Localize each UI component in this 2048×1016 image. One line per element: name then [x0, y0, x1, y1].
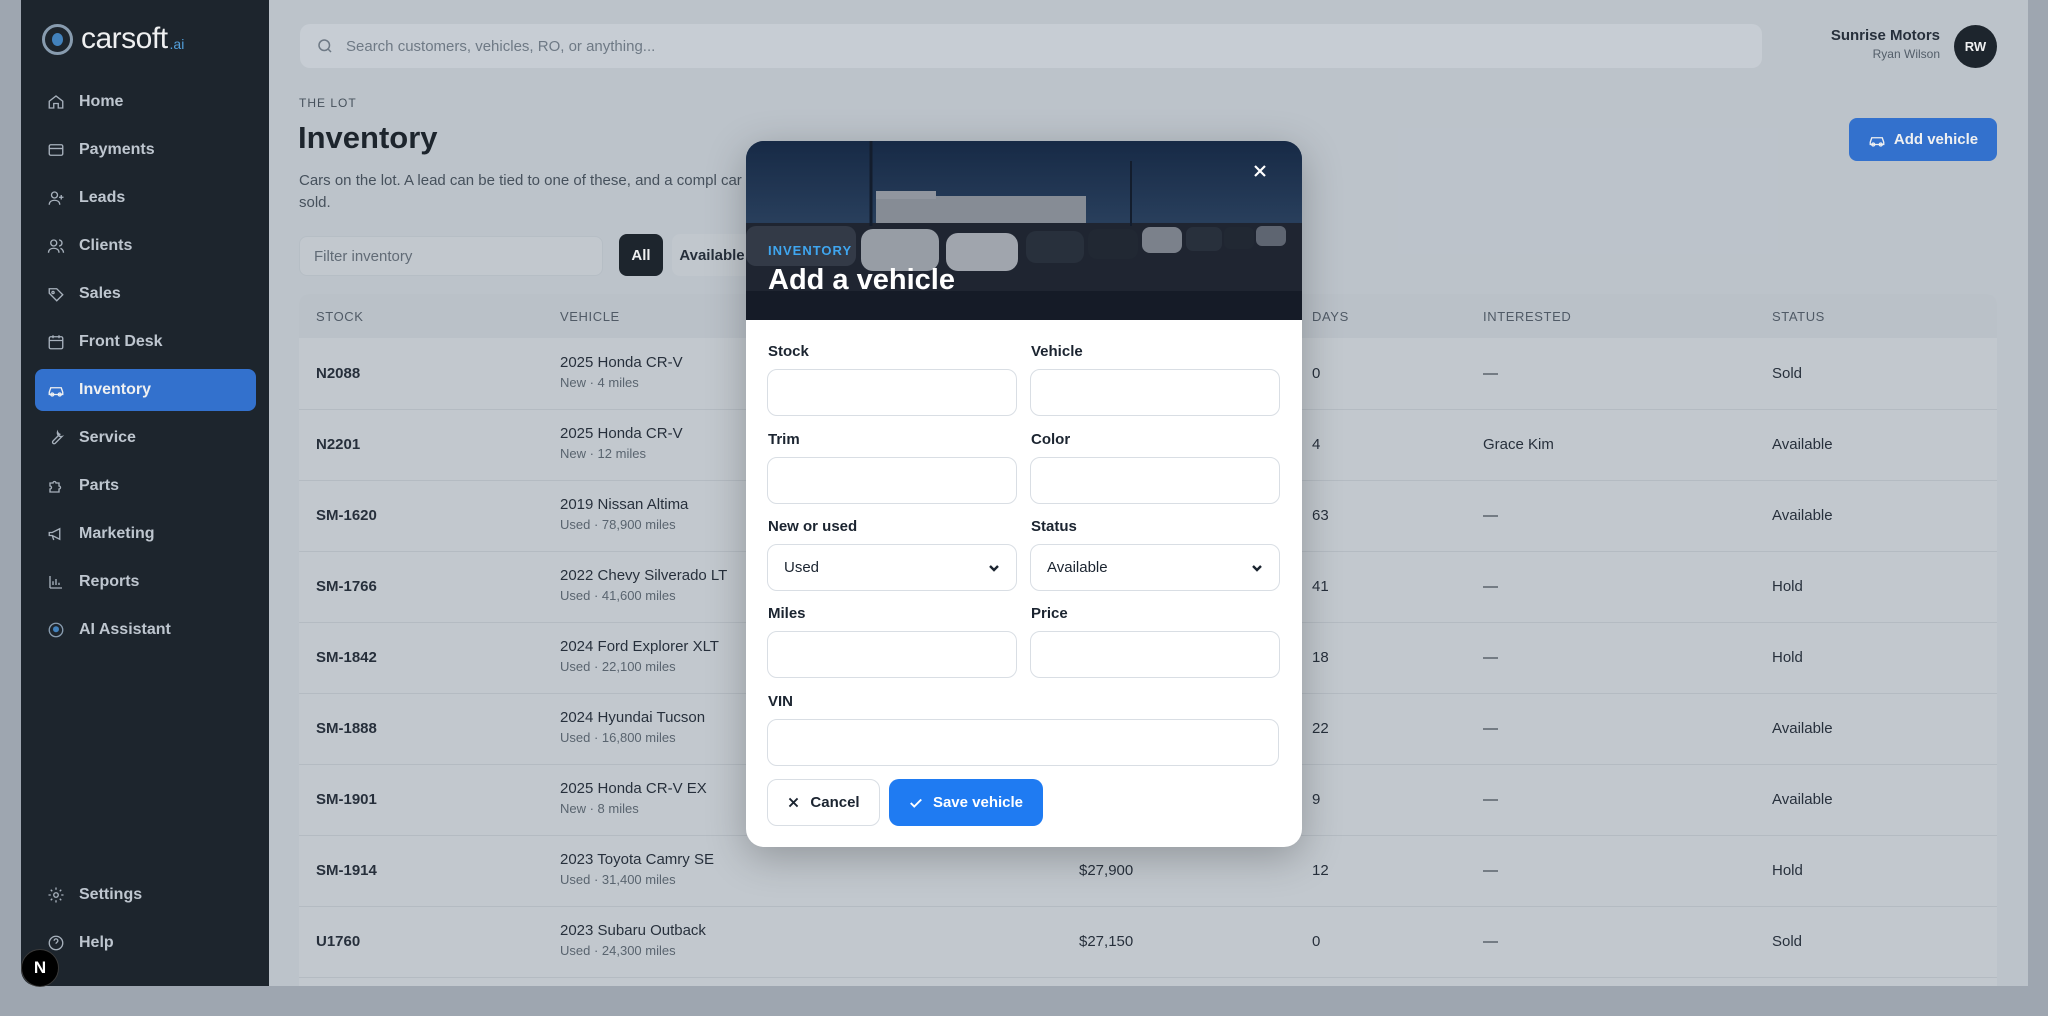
miles-input[interactable]	[767, 631, 1017, 678]
close-icon	[1254, 165, 1266, 177]
close-modal-button[interactable]	[1252, 163, 1278, 189]
close-icon	[789, 797, 799, 808]
chevron-down-icon	[989, 564, 999, 572]
modal-title: Add a vehicle	[768, 264, 955, 296]
status-label: Status	[1031, 518, 1077, 535]
check-icon	[910, 798, 922, 808]
status-select[interactable]: Available	[1030, 544, 1280, 591]
vehicle-label: Vehicle	[1031, 343, 1083, 360]
dev-tools-badge[interactable]: N	[21, 949, 59, 987]
new-or-used-select[interactable]: Used	[767, 544, 1017, 591]
vin-label: VIN	[768, 693, 794, 710]
vehicle-input[interactable]	[1030, 369, 1280, 416]
price-label: Price	[1031, 605, 1068, 622]
vin-input[interactable]	[767, 719, 1279, 766]
cancel-button[interactable]: Cancel	[767, 779, 880, 826]
modal-hero-image: INVENTORY Add a vehicle	[746, 141, 1302, 320]
trim-input[interactable]	[767, 457, 1017, 504]
new-or-used-value: Used	[784, 559, 820, 576]
color-input[interactable]	[1030, 457, 1280, 504]
modal-eyebrow: INVENTORY	[768, 243, 853, 258]
new-or-used-label: New or used	[768, 518, 858, 535]
miles-label: Miles	[768, 605, 806, 622]
add-vehicle-modal: INVENTORY Add a vehicle Stock Vehicle Tr…	[746, 141, 1302, 847]
color-label: Color	[1031, 431, 1071, 448]
trim-label: Trim	[768, 431, 800, 448]
stock-input[interactable]	[767, 369, 1017, 416]
save-vehicle-button[interactable]: Save vehicle	[889, 779, 1043, 826]
status-value: Available	[1047, 559, 1108, 576]
price-input[interactable]	[1030, 631, 1280, 678]
chevron-down-icon	[1252, 564, 1262, 572]
app-window: carsoft .ai Home Payments Leads Clients …	[0, 0, 2048, 1016]
save-label: Save vehicle	[932, 794, 1024, 811]
cancel-label: Cancel	[810, 794, 860, 811]
stock-label: Stock	[768, 343, 809, 360]
